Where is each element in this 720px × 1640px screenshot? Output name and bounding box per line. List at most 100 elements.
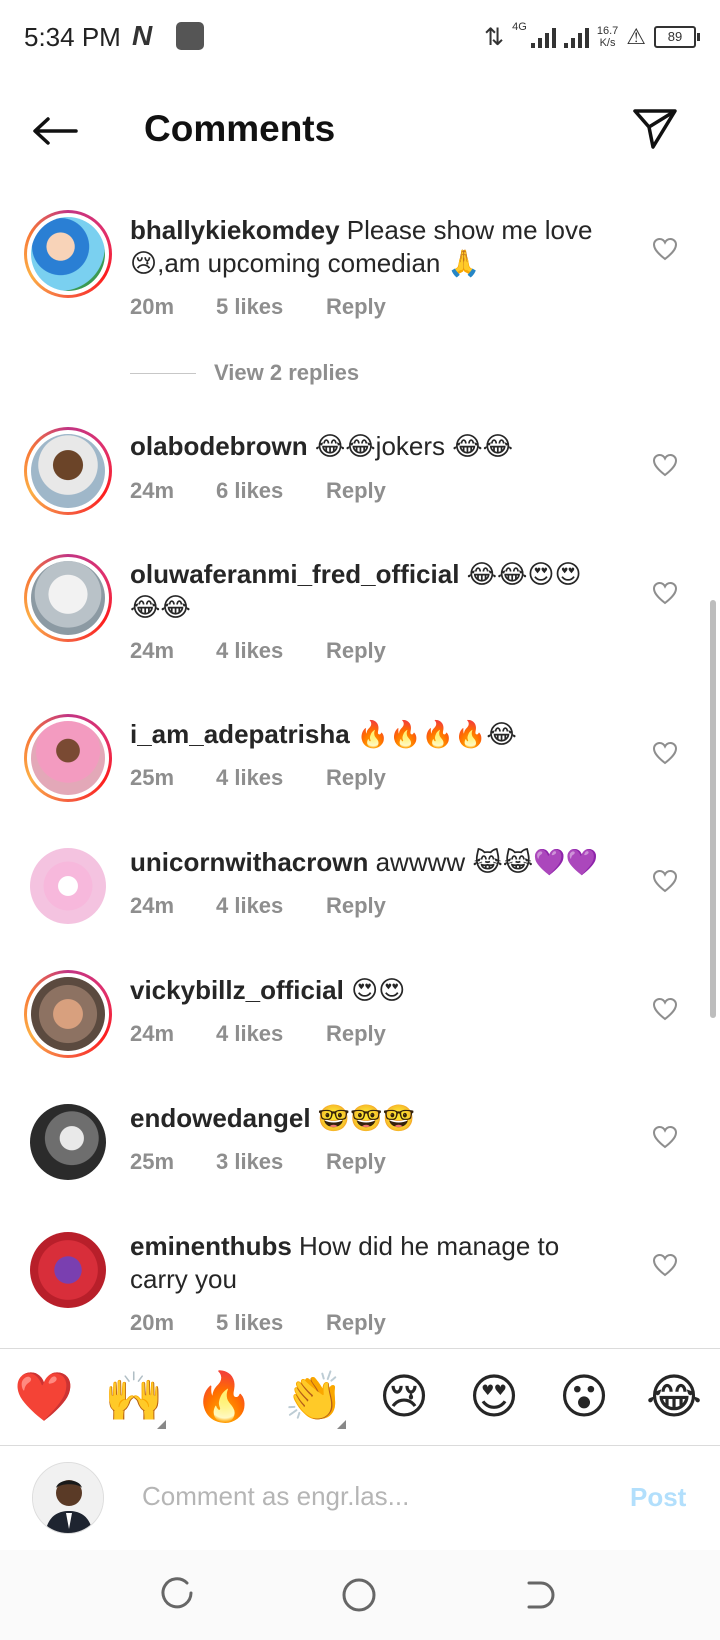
avatar[interactable] (24, 970, 112, 1058)
warning-icon: ⚠ (626, 24, 646, 49)
network-type: 4G (512, 21, 527, 33)
reply-button[interactable]: Reply (326, 294, 386, 320)
status-time: 5:34 PM (24, 22, 121, 52)
avatar[interactable] (24, 1226, 112, 1314)
like-button[interactable] (650, 1122, 680, 1152)
emoji-heart-eyes-button[interactable]: 😍 (464, 1371, 524, 1425)
comment-likes[interactable]: 5 likes (216, 294, 326, 320)
battery-icon: 89 (654, 26, 700, 48)
comment-time: 25m (130, 765, 175, 790)
comment-username[interactable]: unicornwithacrown (130, 847, 368, 877)
signal-icon-2 (563, 26, 589, 48)
scrollbar[interactable] (710, 600, 716, 1018)
back-nav-button[interactable] (514, 1572, 564, 1618)
comment-username[interactable]: bhallykiekomdey (130, 215, 340, 245)
comment-text: awwww 😹😹💜💜 (375, 847, 598, 877)
paper-plane-icon (633, 109, 677, 149)
like-button[interactable] (650, 738, 680, 768)
status-bar: 5:34 PM N ⇅ 4G 16.7 K/s ⚠ 89 (0, 0, 720, 72)
comment-text: 🔥🔥🔥🔥😂 (356, 719, 517, 749)
avatar[interactable] (24, 427, 112, 515)
view-replies-button[interactable]: View 2 replies (130, 360, 359, 386)
emoji-clap-button[interactable]: 👏 (284, 1371, 346, 1429)
avatar[interactable] (24, 210, 112, 298)
emoji-quick-bar: ❤️ 🙌 🔥 👏 😢 😍 😮 😂 (0, 1348, 720, 1446)
heart-icon (652, 1253, 678, 1277)
reply-button[interactable]: Reply (326, 638, 386, 664)
reply-button[interactable]: Reply (326, 765, 386, 791)
reply-button[interactable]: Reply (326, 1310, 386, 1336)
comment-likes[interactable]: 4 likes (216, 893, 326, 919)
home-button[interactable] (334, 1572, 384, 1618)
emoji-heart-button[interactable]: ❤️ (14, 1371, 74, 1425)
avatar[interactable] (24, 1098, 112, 1186)
comment-meta: 20m 5 likes Reply (130, 294, 386, 320)
arrow-left-icon (33, 117, 78, 145)
share-button[interactable] (630, 104, 680, 154)
reply-button[interactable]: Reply (326, 1149, 386, 1175)
emoji-crying-button[interactable]: 😢 (374, 1371, 434, 1425)
emoji-surprised-button[interactable]: 😮 (554, 1371, 614, 1425)
recents-icon (161, 1577, 193, 1609)
raised-hands-label: 🙌 (104, 1371, 164, 1424)
comment-body: oluwaferanmi_fred_official 😂😂😍😍😂😂 (130, 558, 610, 624)
comment-meta: 25m 3 likes Reply (130, 1149, 386, 1175)
comment-body: i_am_adepatrisha 🔥🔥🔥🔥😂 (130, 718, 610, 751)
comment-likes[interactable]: 4 likes (216, 1021, 326, 1047)
like-button[interactable] (650, 994, 680, 1024)
avatar[interactable] (24, 714, 112, 802)
comment-username[interactable]: oluwaferanmi_fred_official (130, 559, 459, 589)
network-speed-unit: K/s (599, 37, 616, 49)
like-button[interactable] (650, 450, 680, 480)
heart-icon (652, 1125, 678, 1149)
comment-body: vickybillz_official 😍😍 (130, 974, 610, 1007)
comment-body: endowedangel 🤓🤓🤓 (130, 1102, 610, 1135)
comment-likes[interactable]: 4 likes (216, 638, 326, 664)
heart-icon (652, 997, 678, 1021)
comment-likes[interactable]: 4 likes (216, 765, 326, 791)
post-button[interactable]: Post (630, 1482, 686, 1513)
comment-username[interactable]: endowedangel (130, 1103, 311, 1133)
comment-username[interactable]: vickybillz_official (130, 975, 344, 1005)
comment-meta: 24m 4 likes Reply (130, 893, 386, 919)
heart-icon (652, 741, 678, 765)
comment-username[interactable]: olabodebrown (130, 431, 308, 461)
system-nav-bar (0, 1550, 720, 1640)
emoji-laughing-button[interactable]: 😂 (644, 1371, 704, 1425)
comment-time: 24m (130, 893, 175, 918)
emoji-fire-button[interactable]: 🔥 (194, 1371, 254, 1425)
comment-meta: 24m 6 likes Reply (130, 478, 386, 504)
like-button[interactable] (650, 234, 680, 264)
network-speed-value: 16.7 (596, 25, 619, 37)
avatar[interactable] (24, 554, 112, 642)
comment-input[interactable] (142, 1476, 582, 1516)
comment-username[interactable]: i_am_adepatrisha (130, 719, 350, 749)
comment-body: bhallykiekomdey Please show me love 😢,am… (130, 214, 610, 280)
heart-icon (652, 237, 678, 261)
comment-likes[interactable]: 3 likes (216, 1149, 326, 1175)
like-button[interactable] (650, 578, 680, 608)
comment-time: 24m (130, 1021, 175, 1046)
page-title: Comments (144, 108, 336, 149)
comment-text: 😍😍 (351, 975, 406, 1005)
netflix-notification-icon: N (132, 20, 153, 51)
comment-likes[interactable]: 5 likes (216, 1310, 326, 1336)
reply-button[interactable]: Reply (326, 478, 386, 504)
reply-button[interactable]: Reply (326, 1021, 386, 1047)
comment-likes[interactable]: 6 likes (216, 478, 326, 504)
like-button[interactable] (650, 866, 680, 896)
reply-button[interactable]: Reply (326, 893, 386, 919)
comment-username[interactable]: eminenthubs (130, 1231, 292, 1261)
view-replies-label: View 2 replies (214, 360, 360, 385)
avatar[interactable] (24, 842, 112, 930)
network-speed: 16.7 K/s (597, 25, 618, 49)
back-button[interactable] (30, 108, 80, 154)
recents-button[interactable] (154, 1572, 204, 1618)
like-button[interactable] (650, 1250, 680, 1280)
comment-text: 🤓🤓🤓 (317, 1103, 415, 1133)
emoji-raised-hands-button[interactable]: 🙌 (104, 1371, 166, 1429)
heart-icon (652, 581, 678, 605)
my-avatar (32, 1462, 104, 1534)
comment-time: 24m (130, 478, 175, 503)
comment-composer: Post (0, 1446, 720, 1550)
